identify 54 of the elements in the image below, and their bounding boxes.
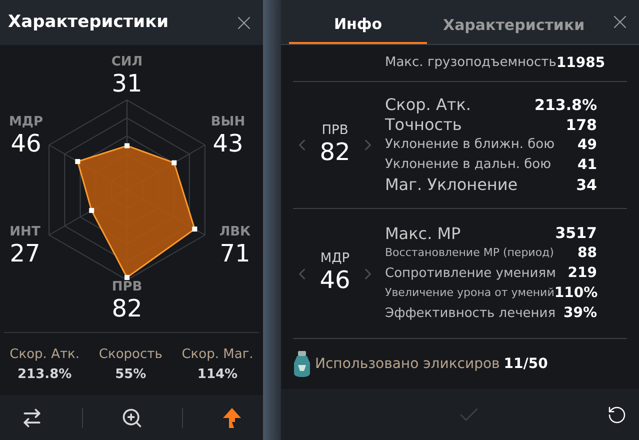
stat-abbreviation: МДР xyxy=(8,116,44,128)
reset-icon xyxy=(607,404,627,424)
stat-value: 43 xyxy=(212,128,244,158)
stat-value: 11985 xyxy=(556,54,606,72)
stat-value: 178 xyxy=(566,114,597,136)
stat-label: Увеличение урона от умений xyxy=(385,285,554,302)
attribute-abbreviation: ПРВ xyxy=(322,124,348,136)
stat-value: 82 xyxy=(112,294,142,324)
stat-value: 34 xyxy=(576,174,597,196)
summary-label: Скор. Маг. xyxy=(182,346,254,364)
stat-value: 39% xyxy=(563,304,597,323)
stat-value: 219 xyxy=(568,264,597,283)
attribute-value: 82 xyxy=(320,136,350,166)
stat-label: Макс. MP xyxy=(385,222,461,244)
stat-label: Восстановление MP (период) xyxy=(385,245,554,262)
stat-value: 46 xyxy=(10,128,42,158)
zoom-in-icon xyxy=(121,406,144,428)
stat-label: Маг. Уклонение xyxy=(385,174,518,196)
attribute-abbreviation: МДР xyxy=(320,252,350,265)
stat-label: Скор. Атк. xyxy=(385,94,471,116)
elixir-label: Использовано эликсиров xyxy=(315,354,500,374)
up-arrow-icon xyxy=(222,406,242,428)
potion-bottle-icon xyxy=(293,351,311,377)
stat-abbreviation: ПРВ xyxy=(112,280,142,294)
summary-value: 114% xyxy=(197,366,238,384)
summary-label: Скор. Атк. xyxy=(10,346,80,364)
stat-label: Уклонение в дальн. бою xyxy=(385,156,552,174)
stat-label: Уклонение в ближн. бою xyxy=(385,136,555,154)
stat-value: 49 xyxy=(578,136,597,154)
stat-value: 41 xyxy=(578,156,597,174)
attribute-value: 46 xyxy=(320,265,350,295)
tab[interactable]: Характеристики xyxy=(427,6,601,44)
stat-value: 71 xyxy=(220,238,250,268)
tab[interactable]: Инфо xyxy=(289,6,427,44)
stat-value: 27 xyxy=(10,238,40,268)
stat-label: Сопротивление умениям xyxy=(385,264,556,283)
stat-value: 110% xyxy=(554,284,598,303)
panel-title: Характеристики xyxy=(8,10,169,34)
summary-value: 213.8% xyxy=(18,366,72,384)
stat-abbreviation: ВЫН xyxy=(210,116,246,128)
elixir-count: 11/50 xyxy=(504,354,548,374)
stat-label: Макс. грузоподъемность xyxy=(385,54,556,72)
summary-label: Скорость xyxy=(98,346,162,364)
stat-label: Точность xyxy=(385,114,462,136)
stat-value: 3517 xyxy=(555,223,597,244)
stat-abbreviation: ИНТ xyxy=(10,226,40,238)
summary-value: 55% xyxy=(115,366,146,384)
stat-abbreviation: ЛВК xyxy=(219,226,251,238)
stat-value: 88 xyxy=(578,244,597,263)
reset-button[interactable] xyxy=(607,404,627,424)
stat-value: 213.8% xyxy=(534,94,597,116)
stat-abbreviation: СИЛ xyxy=(111,56,143,68)
stat-label: Эффективность лечения xyxy=(385,304,556,323)
stat-value: 31 xyxy=(112,68,142,98)
